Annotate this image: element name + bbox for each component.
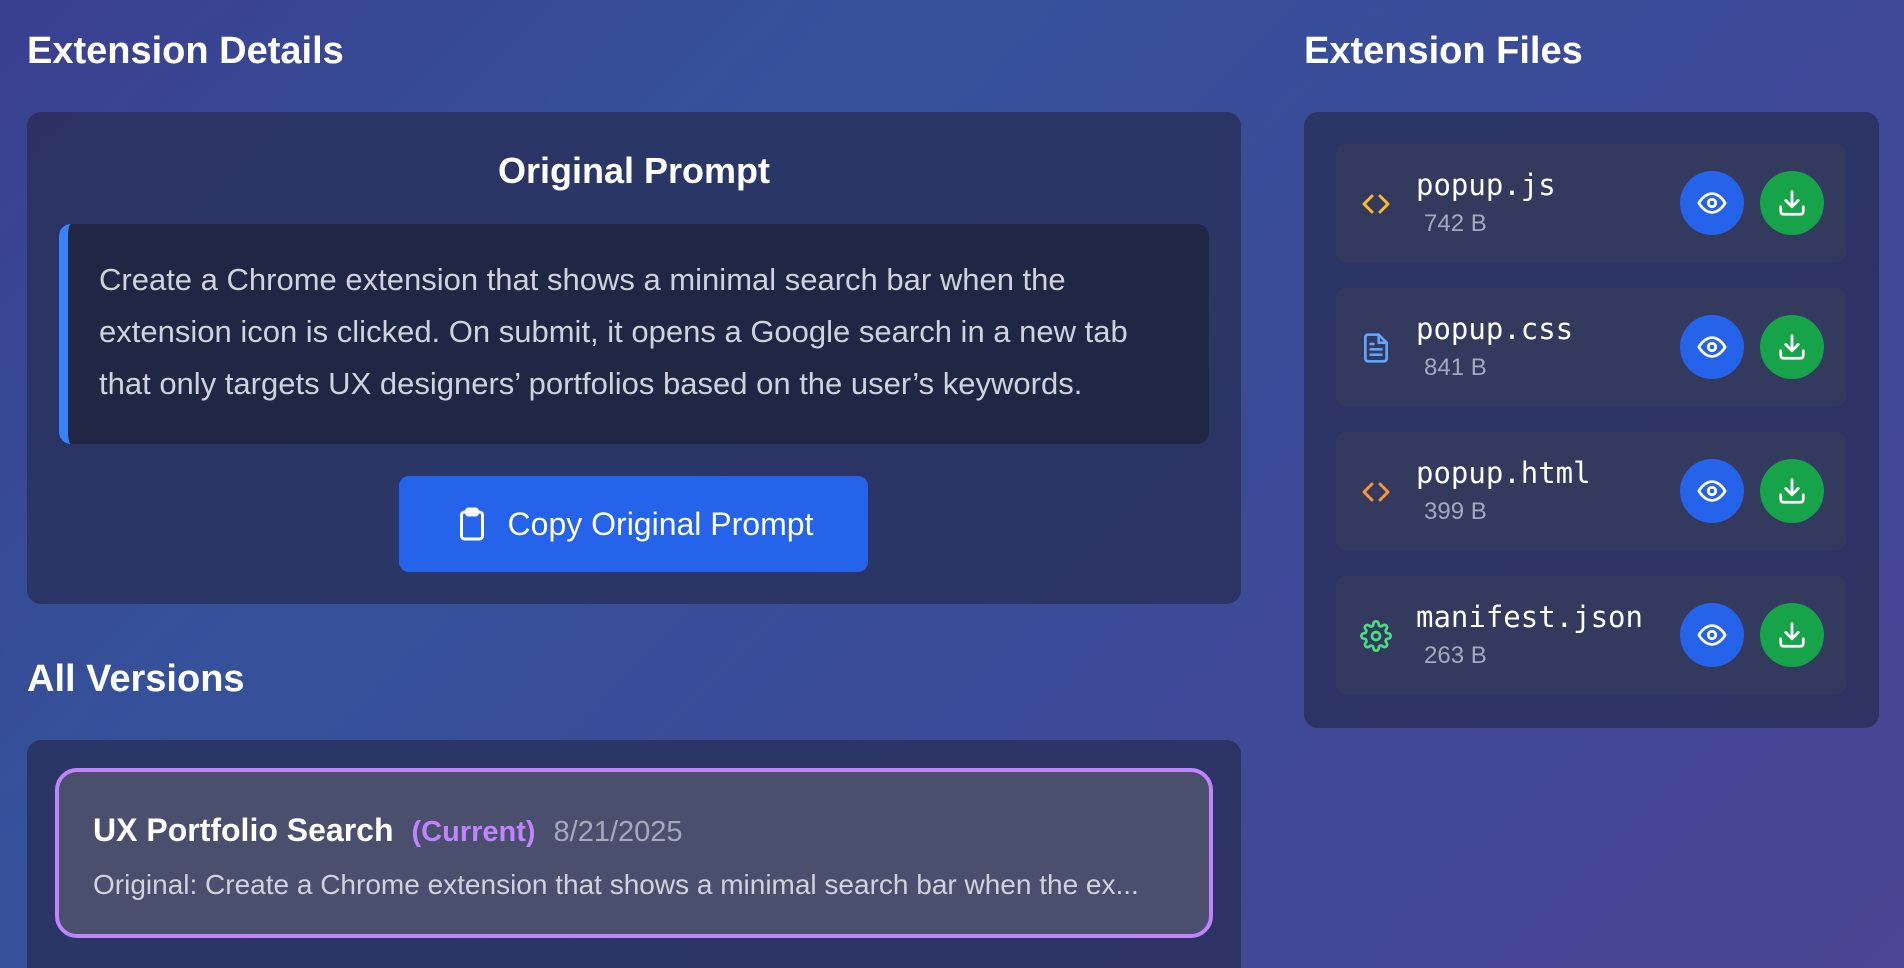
code-icon (1360, 476, 1392, 508)
download-file-button[interactable] (1760, 459, 1824, 523)
version-header: UX Portfolio Search (Current) 8/21/2025 (93, 812, 1209, 849)
file-row-popup-html: popup.html 399 B (1336, 432, 1846, 550)
file-name: popup.css (1416, 312, 1574, 346)
copy-original-prompt-label: Copy Original Prompt (507, 505, 814, 542)
file-size: 399 B (1424, 498, 1487, 525)
file-name: manifest.json (1416, 600, 1643, 634)
file-name: popup.js (1416, 168, 1556, 202)
download-icon (1779, 622, 1805, 648)
original-prompt-card: Original Prompt Create a Chrome extensio… (27, 112, 1241, 604)
file-size: 841 B (1424, 354, 1487, 381)
download-icon (1779, 190, 1805, 216)
view-file-button[interactable] (1680, 315, 1744, 379)
current-version-badge: (Current) (411, 816, 536, 848)
view-file-button[interactable] (1680, 603, 1744, 667)
download-icon (1779, 334, 1805, 360)
download-icon (1779, 478, 1805, 504)
versions-card: UX Portfolio Search (Current) 8/21/2025 … (27, 740, 1241, 968)
version-description: Original: Create a Chrome extension that… (93, 869, 1139, 900)
copy-original-prompt-button[interactable]: Copy Original Prompt (399, 476, 868, 572)
eye-icon (1697, 336, 1727, 358)
version-item-current[interactable]: UX Portfolio Search (Current) 8/21/2025 … (55, 768, 1213, 938)
download-file-button[interactable] (1760, 315, 1824, 379)
view-file-button[interactable] (1680, 171, 1744, 235)
version-title: UX Portfolio Search (93, 812, 394, 848)
file-row-popup-js: popup.js 742 B (1336, 144, 1846, 262)
download-file-button[interactable] (1760, 603, 1824, 667)
eye-icon (1697, 192, 1727, 214)
file-size: 263 B (1424, 642, 1487, 669)
version-date: 8/21/2025 (553, 816, 683, 848)
file-row-manifest-json: manifest.json 263 B (1336, 576, 1846, 694)
eye-icon (1697, 480, 1727, 502)
document-icon (1360, 332, 1392, 364)
original-prompt-text: Create a Chrome extension that shows a m… (59, 224, 1209, 444)
view-file-button[interactable] (1680, 459, 1744, 523)
extension-files-card: popup.js 742 B popup.css 841 B popup.htm… (1304, 112, 1879, 728)
clipboard-icon (459, 507, 484, 541)
all-versions-heading: All Versions (27, 658, 245, 700)
file-size: 742 B (1424, 210, 1487, 237)
extension-files-heading: Extension Files (1304, 30, 1583, 72)
eye-icon (1697, 624, 1727, 646)
code-icon (1360, 188, 1392, 220)
download-file-button[interactable] (1760, 171, 1824, 235)
file-row-popup-css: popup.css 841 B (1336, 288, 1846, 406)
file-name: popup.html (1416, 456, 1591, 490)
gear-icon (1360, 620, 1392, 652)
original-prompt-heading: Original Prompt (497, 150, 771, 191)
extension-details-heading: Extension Details (27, 30, 344, 72)
